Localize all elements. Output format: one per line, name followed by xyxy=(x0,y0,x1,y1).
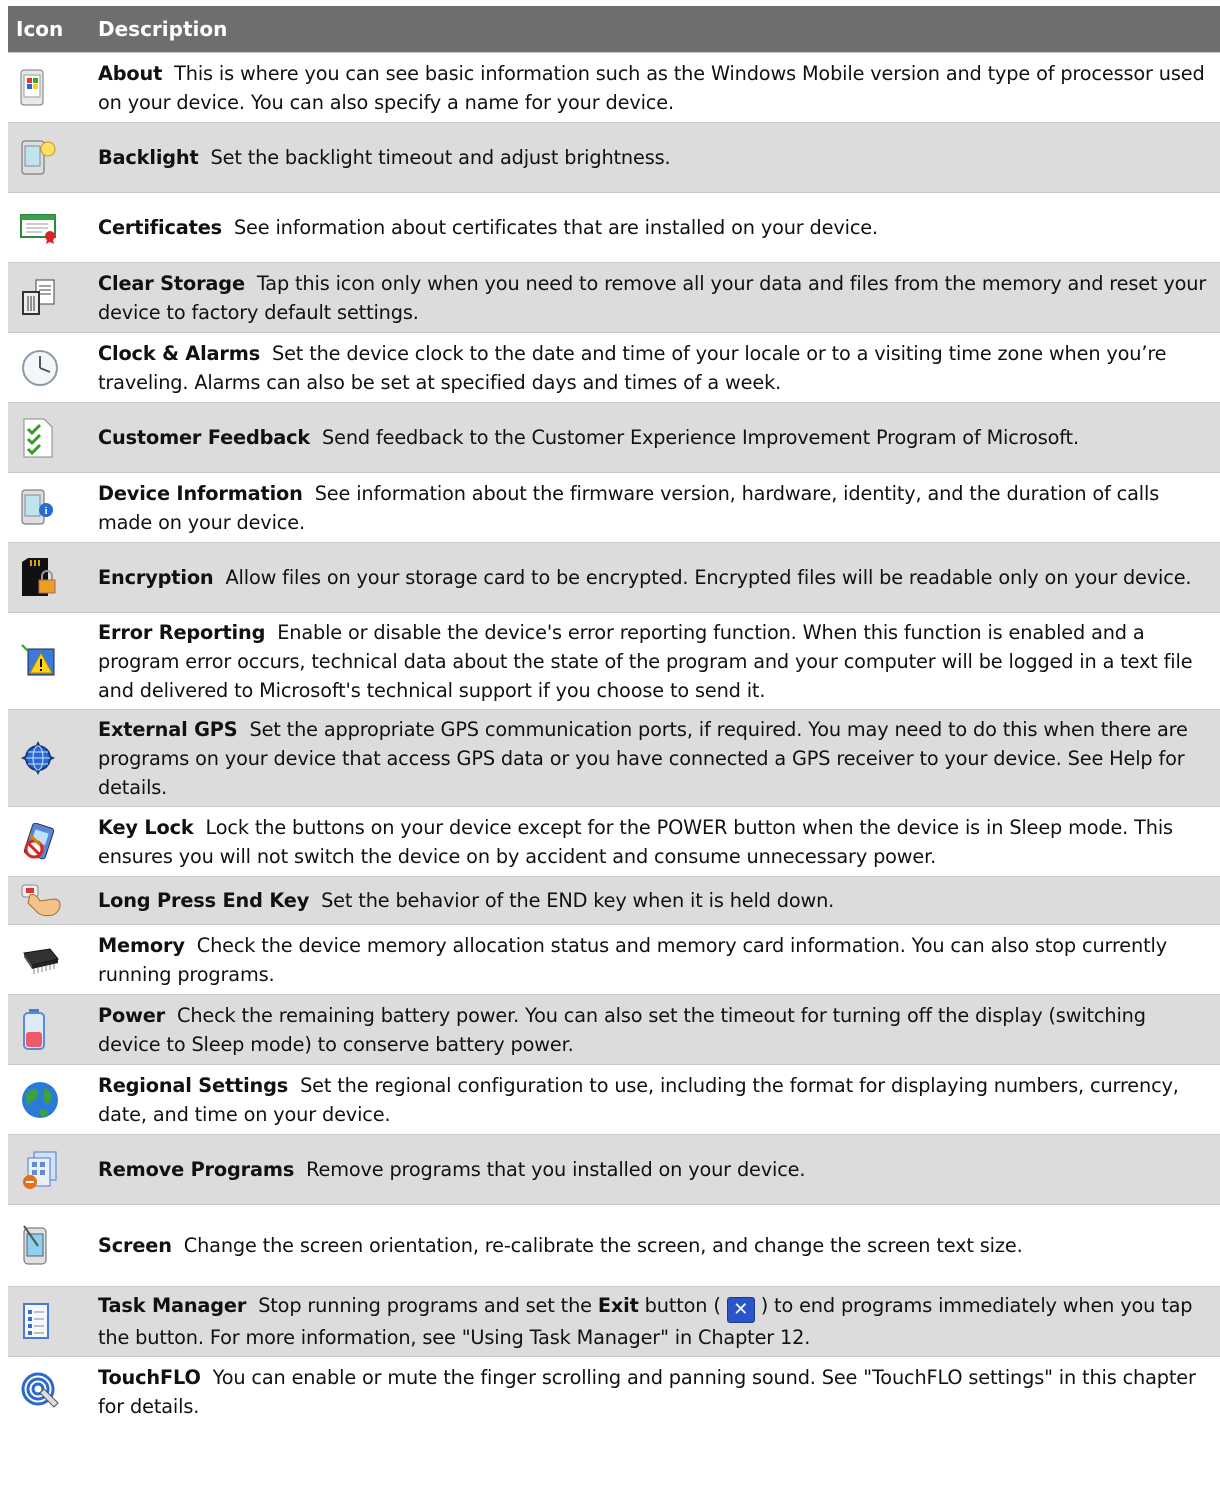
certificates-icon xyxy=(8,212,98,244)
list-item-text: Clear Storage Tap this icon only when yo… xyxy=(98,271,1207,324)
about-icon xyxy=(8,69,98,107)
list-item-text: About This is where you can see basic in… xyxy=(98,61,1205,114)
table-header: Icon Description xyxy=(8,6,1220,52)
exit-button-icon: ✕ xyxy=(726,1297,755,1323)
list-item-text: Screen Change the screen orientation, re… xyxy=(98,1234,1023,1257)
list-item-text: Error Reporting Enable or disable the de… xyxy=(98,620,1193,702)
customer-feedback-icon xyxy=(8,417,98,459)
table-row: i Device Information See information abo… xyxy=(8,472,1220,542)
table-row: Regional Settings Set the regional confi… xyxy=(8,1064,1220,1134)
table-row: Encryption Allow files on your storage c… xyxy=(8,542,1220,612)
touchflo-icon xyxy=(8,1371,98,1413)
remove-programs-icon xyxy=(8,1150,98,1190)
table-row: Clear Storage Tap this icon only when yo… xyxy=(8,262,1220,332)
table-row: Backlight Set the backlight timeout and … xyxy=(8,122,1220,192)
key-lock-icon xyxy=(8,822,98,861)
clear-storage-icon xyxy=(8,278,98,318)
table-row: Long Press End Key Set the behavior of t… xyxy=(8,876,1220,924)
clock-icon xyxy=(8,348,98,388)
settings-table: Icon Description About This is where you… xyxy=(8,6,1220,1426)
list-item-text: Power Check the remaining battery power.… xyxy=(98,1003,1146,1056)
list-item-text: Clock & Alarms Set the device clock to t… xyxy=(98,341,1167,394)
list-item-text: Device Information See information about… xyxy=(98,481,1160,534)
power-icon xyxy=(8,1008,98,1052)
table-row: Memory Check the device memory allocatio… xyxy=(8,924,1220,994)
screen-icon xyxy=(8,1224,98,1268)
backlight-icon xyxy=(8,139,98,177)
memory-icon xyxy=(8,945,98,975)
encryption-icon xyxy=(8,556,98,600)
list-item-text: Backlight Set the backlight timeout and … xyxy=(98,146,671,169)
table-row: Error Reporting Enable or disable the de… xyxy=(8,612,1220,709)
table-row: About This is where you can see basic in… xyxy=(8,52,1220,122)
header-icon-col: Icon xyxy=(16,17,64,41)
table-row: Customer Feedback Send feedback to the C… xyxy=(8,402,1220,472)
list-item-text: Certificates See information about certi… xyxy=(98,216,878,239)
table-row: Key Lock Lock the buttons on your device… xyxy=(8,806,1220,876)
header-desc-col: Description xyxy=(98,17,228,41)
list-item-text: Long Press End Key Set the behavior of t… xyxy=(98,889,835,912)
list-item-text: Encryption Allow files on your storage c… xyxy=(98,566,1192,589)
device-information-icon: i xyxy=(8,488,98,528)
long-press-end-key-icon xyxy=(8,883,98,919)
list-item-text: External GPS Set the appropriate GPS com… xyxy=(98,717,1188,799)
list-item-text: Customer Feedback Send feedback to the C… xyxy=(98,426,1079,449)
table-row: Power Check the remaining battery power.… xyxy=(8,994,1220,1064)
list-item-text: TouchFLO You can enable or mute the fing… xyxy=(98,1365,1196,1418)
list-item-text: Regional Settings Set the regional confi… xyxy=(98,1073,1179,1126)
list-item-text: Remove Programs Remove programs that you… xyxy=(98,1158,806,1181)
list-item-text: Memory Check the device memory allocatio… xyxy=(98,933,1167,986)
regional-settings-icon xyxy=(8,1080,98,1120)
svg-text:i: i xyxy=(45,506,48,517)
table-row: Screen Change the screen orientation, re… xyxy=(8,1204,1220,1286)
table-row: Remove Programs Remove programs that you… xyxy=(8,1134,1220,1204)
table-row: Certificates See information about certi… xyxy=(8,192,1220,262)
list-item-text: Task Manager Stop running programs and s… xyxy=(98,1294,1193,1349)
task-manager-icon xyxy=(8,1302,98,1342)
table-row: Task Manager Stop running programs and s… xyxy=(8,1286,1220,1356)
table-row: Clock & Alarms Set the device clock to t… xyxy=(8,332,1220,402)
error-reporting-icon xyxy=(8,643,98,679)
external-gps-icon xyxy=(8,740,98,776)
table-row: TouchFLO You can enable or mute the fing… xyxy=(8,1356,1220,1426)
table-row: External GPS Set the appropriate GPS com… xyxy=(8,709,1220,806)
list-item-text: Key Lock Lock the buttons on your device… xyxy=(98,815,1173,868)
